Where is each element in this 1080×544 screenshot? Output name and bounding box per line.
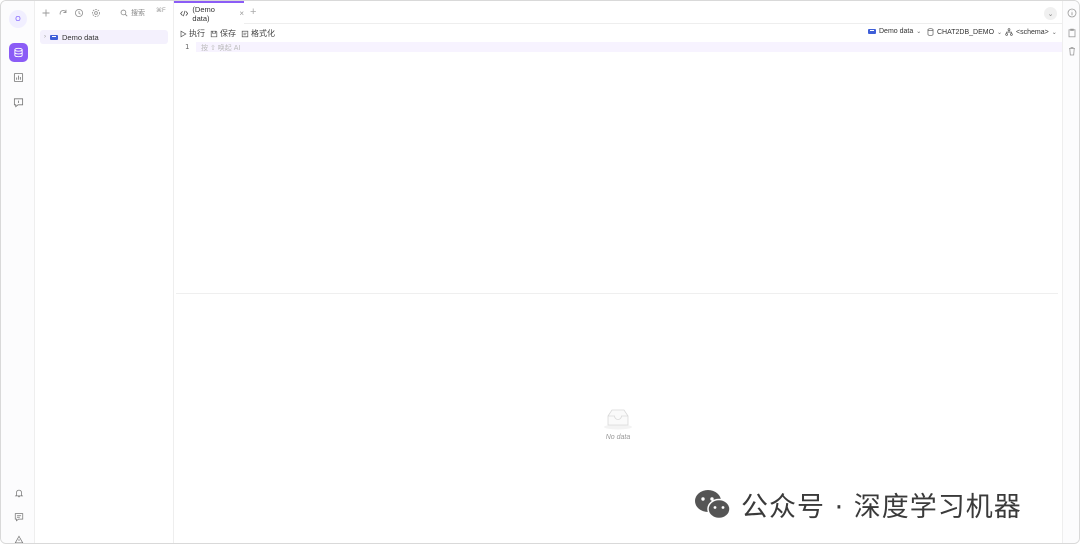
info-icon[interactable] xyxy=(1067,8,1077,18)
database-tree-panel: 搜索 ⌘F › Demo data xyxy=(35,1,174,543)
avatar[interactable]: O xyxy=(9,10,27,28)
datasource-select[interactable]: Demo data ⌄ xyxy=(868,28,921,35)
history-icon[interactable] xyxy=(74,8,84,18)
database-select[interactable]: CHAT2DB_DEMO ⌄ xyxy=(927,28,1002,36)
gear-icon[interactable] xyxy=(91,8,101,18)
tab-label: (Demo data) xyxy=(192,4,215,23)
chat-nav-button[interactable] xyxy=(9,93,28,112)
close-icon[interactable]: × xyxy=(239,9,244,18)
schema-value: <schema> xyxy=(1016,28,1049,36)
empty-inbox-icon xyxy=(604,409,632,430)
chevron-down-icon: ⌄ xyxy=(916,29,922,35)
search-shortcut: ⌘F xyxy=(156,8,166,14)
warning-icon xyxy=(14,534,23,543)
message-icon xyxy=(14,512,23,522)
tab-bar: (Demo data) × + ⌄ xyxy=(174,1,1062,24)
bell-icon xyxy=(14,489,23,497)
save-icon xyxy=(210,30,218,37)
refresh-icon[interactable] xyxy=(58,8,68,18)
schema-select[interactable]: <schema> ⌄ xyxy=(1005,28,1057,36)
clipboard-icon[interactable] xyxy=(1067,28,1077,38)
code-icon xyxy=(180,10,189,17)
sql-editor[interactable]: 1 按 ⇧ 唤起 AI xyxy=(174,42,1062,52)
datasource-value: Demo data xyxy=(879,28,914,35)
empty-results: No data xyxy=(598,408,638,441)
run-button[interactable]: 执行 xyxy=(179,28,205,39)
database-value: CHAT2DB_DEMO xyxy=(937,28,995,36)
schema-icon xyxy=(1005,28,1013,36)
chevron-right-icon[interactable]: › xyxy=(44,34,46,40)
datasource-icon xyxy=(868,29,876,34)
add-tab-button[interactable]: + xyxy=(250,6,256,18)
editor-toolbar: 执行 保存 格式化 Demo data ⌄ CHAT2DB_DEMO ⌄ <sc… xyxy=(174,25,1062,41)
watermark: 公众号 · 深度学习机器 xyxy=(693,485,1022,524)
right-rail xyxy=(1062,1,1079,543)
format-icon xyxy=(241,30,249,37)
tree-item-demo-data[interactable]: › Demo data xyxy=(40,30,168,44)
left-rail: O xyxy=(1,1,35,543)
tree-toolbar: 搜索 ⌘F xyxy=(35,1,174,25)
database-icon xyxy=(14,47,23,58)
database-icon xyxy=(927,28,934,36)
save-label: 保存 xyxy=(220,29,236,38)
play-icon xyxy=(180,30,187,37)
tree-item-label: Demo data xyxy=(62,32,99,42)
editor-placeholder: 按 ⇧ 唤起 AI xyxy=(201,45,241,52)
search-label: 搜索 xyxy=(131,10,145,17)
format-label: 格式化 xyxy=(251,29,275,38)
run-label: 执行 xyxy=(189,29,205,38)
active-line-highlight xyxy=(196,42,1062,52)
search-icon xyxy=(120,9,128,17)
tree-search[interactable]: 搜索 ⌘F xyxy=(120,7,166,19)
chart-icon xyxy=(13,72,24,83)
feedback-button[interactable] xyxy=(9,507,28,526)
chat-icon xyxy=(13,98,24,108)
dashboard-nav-button[interactable] xyxy=(9,68,28,87)
chevron-down-icon: ⌄ xyxy=(997,29,1003,36)
notification-button[interactable] xyxy=(9,483,28,502)
wechat-logo-icon xyxy=(695,489,731,519)
line-number: 1 xyxy=(185,43,190,51)
results-divider[interactable] xyxy=(176,293,1058,294)
chevron-down-icon: ⌄ xyxy=(1051,29,1057,36)
format-button[interactable]: 格式化 xyxy=(241,28,275,39)
settings-button[interactable] xyxy=(9,530,28,543)
datasource-icon xyxy=(50,34,58,40)
add-icon[interactable] xyxy=(41,8,51,18)
chevron-down-icon[interactable]: ⌄ xyxy=(1044,7,1057,20)
save-button[interactable]: 保存 xyxy=(210,28,236,39)
app-window: O 搜索 ⌘F › Demo data (Demo data) × + ⌄ 执行… xyxy=(0,0,1080,544)
tab-demo-data[interactable]: (Demo data) × xyxy=(174,1,244,24)
editor-area: (Demo data) × + ⌄ 执行 保存 格式化 Demo data ⌄ … xyxy=(174,1,1062,543)
watermark-text: 公众号 · 深度学习机器 xyxy=(741,492,1022,523)
empty-text: No data xyxy=(605,434,631,441)
trash-icon[interactable] xyxy=(1067,46,1077,56)
database-nav-button[interactable] xyxy=(9,43,28,62)
